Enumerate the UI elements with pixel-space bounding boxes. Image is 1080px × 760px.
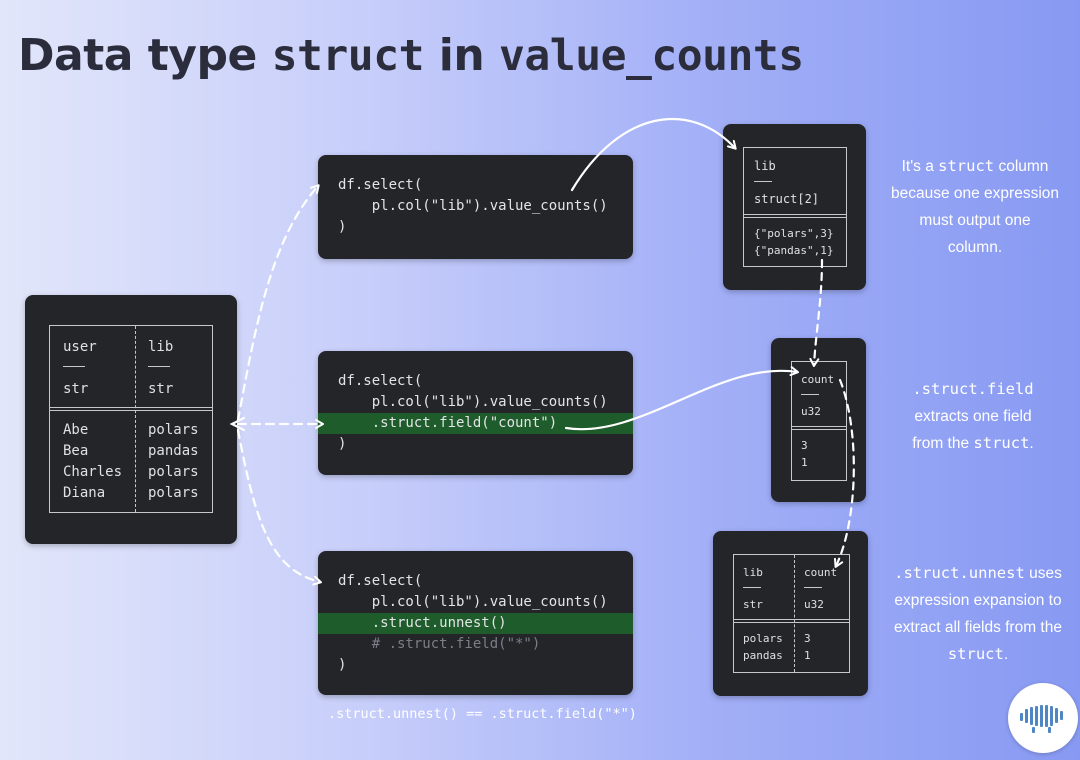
cell-lib: polars (148, 485, 199, 501)
column-dtype-str: str (743, 598, 763, 611)
column-header-lib: lib (754, 159, 776, 173)
field-result-table: count u32 3 1 (791, 361, 847, 481)
code-line: df.select( (338, 177, 423, 193)
cell-lib: polars (148, 464, 199, 480)
page-title: Data type struct in value_counts (18, 30, 804, 81)
cell-lib: polars (148, 422, 199, 438)
note-code: .struct.unnest (894, 564, 1025, 582)
code-line: ) (338, 436, 347, 452)
column-header-count: count (804, 566, 838, 579)
note-text: must output one (919, 212, 1031, 229)
title-code-struct: struct (271, 31, 425, 81)
struct-cell: {"polars",3} (754, 227, 834, 240)
column-dtype-user: str (63, 381, 89, 397)
cell-user: Abe (63, 422, 89, 438)
title-mid: in (423, 30, 500, 81)
column-header-user: user (63, 339, 97, 355)
column-dtype-u32: u32 (804, 598, 824, 611)
note-text: column. (947, 239, 1003, 256)
code-line: ) (338, 657, 347, 673)
cell-count: 3 (804, 632, 811, 645)
unnest-result-table: lib count str u32 polars 3 pandas 1 (733, 554, 850, 673)
cell-user: Diana (63, 485, 106, 501)
note-text: . (1003, 646, 1009, 663)
column-header-count: count (801, 373, 835, 386)
polar-bear-logo-icon (1008, 683, 1078, 753)
note-text: It's a (901, 158, 939, 175)
source-table: user lib str str Abe polars Bea pandas C… (49, 325, 213, 513)
result-unnest-card: lib count str u32 polars 3 pandas 1 (713, 531, 868, 696)
title-prefix: Data type (18, 30, 272, 81)
note-text: extracts one field (914, 408, 1032, 425)
note-code: struct (973, 434, 1030, 452)
count-cell: 3 (801, 439, 808, 452)
code-comment-line: # .struct.field("*") (338, 636, 541, 652)
note-code: struct (938, 157, 995, 175)
note-text: because one expression (890, 185, 1060, 202)
note-code: .struct.field (912, 380, 1034, 398)
result-struct-card: lib struct[2] {"polars",3} {"pandas",1} (723, 124, 866, 290)
cell-count: 1 (804, 649, 811, 662)
note-struct-unnest: .struct.unnest uses expression expansion… (876, 560, 1080, 668)
struct-result-table: lib struct[2] {"polars",3} {"pandas",1} (743, 147, 847, 267)
note-text: extract all fields from the (894, 619, 1062, 636)
code-line-highlighted: .struct.unnest() (318, 613, 633, 634)
code-line: df.select( (338, 373, 423, 389)
column-dtype-lib: str (148, 381, 174, 397)
arrow-source-to-block1 (236, 184, 320, 422)
arrow-source-to-block3 (236, 428, 322, 586)
code-line: pl.col("lib").value_counts() (338, 594, 608, 610)
column-header-lib: lib (743, 566, 763, 579)
code-block-struct-field: df.select( pl.col("lib").value_counts() … (318, 351, 633, 475)
code-line: pl.col("lib").value_counts() (338, 198, 608, 214)
column-dtype-struct: struct[2] (754, 192, 820, 206)
bottom-equivalence-note: .struct.unnest() == .struct.field("*") (328, 706, 637, 722)
code-line: pl.col("lib").value_counts() (338, 394, 608, 410)
cell-lib: pandas (743, 649, 783, 662)
column-dtype-u32: u32 (801, 405, 821, 418)
code-line-highlighted: .struct.field("count") (318, 413, 633, 434)
column-header-lib: lib (148, 339, 174, 355)
cell-user: Charles (63, 464, 123, 480)
code-line: df.select( (338, 573, 423, 589)
note-code: struct (947, 645, 1004, 663)
note-text: from the (912, 435, 974, 452)
count-cell: 1 (801, 456, 808, 469)
cell-lib: polars (743, 632, 783, 645)
cell-lib: pandas (148, 443, 199, 459)
cell-user: Bea (63, 443, 89, 459)
note-text: uses (1024, 565, 1062, 582)
code-block-struct-unnest: df.select( pl.col("lib").value_counts() … (318, 551, 633, 695)
note-text: column (994, 158, 1049, 175)
result-field-card: count u32 3 1 (771, 338, 866, 502)
source-dataframe-card: user lib str str Abe polars Bea pandas C… (25, 295, 237, 544)
code-line: ) (338, 219, 347, 235)
note-text: . (1029, 435, 1034, 452)
note-text: expression expansion to (894, 592, 1062, 609)
title-code-value-counts: value_counts (499, 31, 804, 81)
note-struct-column: It's a struct column because one express… (870, 153, 1080, 261)
struct-cell: {"pandas",1} (754, 244, 834, 257)
code-block-value-counts: df.select( pl.col("lib").value_counts() … (318, 155, 633, 259)
note-struct-field: .struct.field extracts one field from th… (868, 376, 1078, 457)
